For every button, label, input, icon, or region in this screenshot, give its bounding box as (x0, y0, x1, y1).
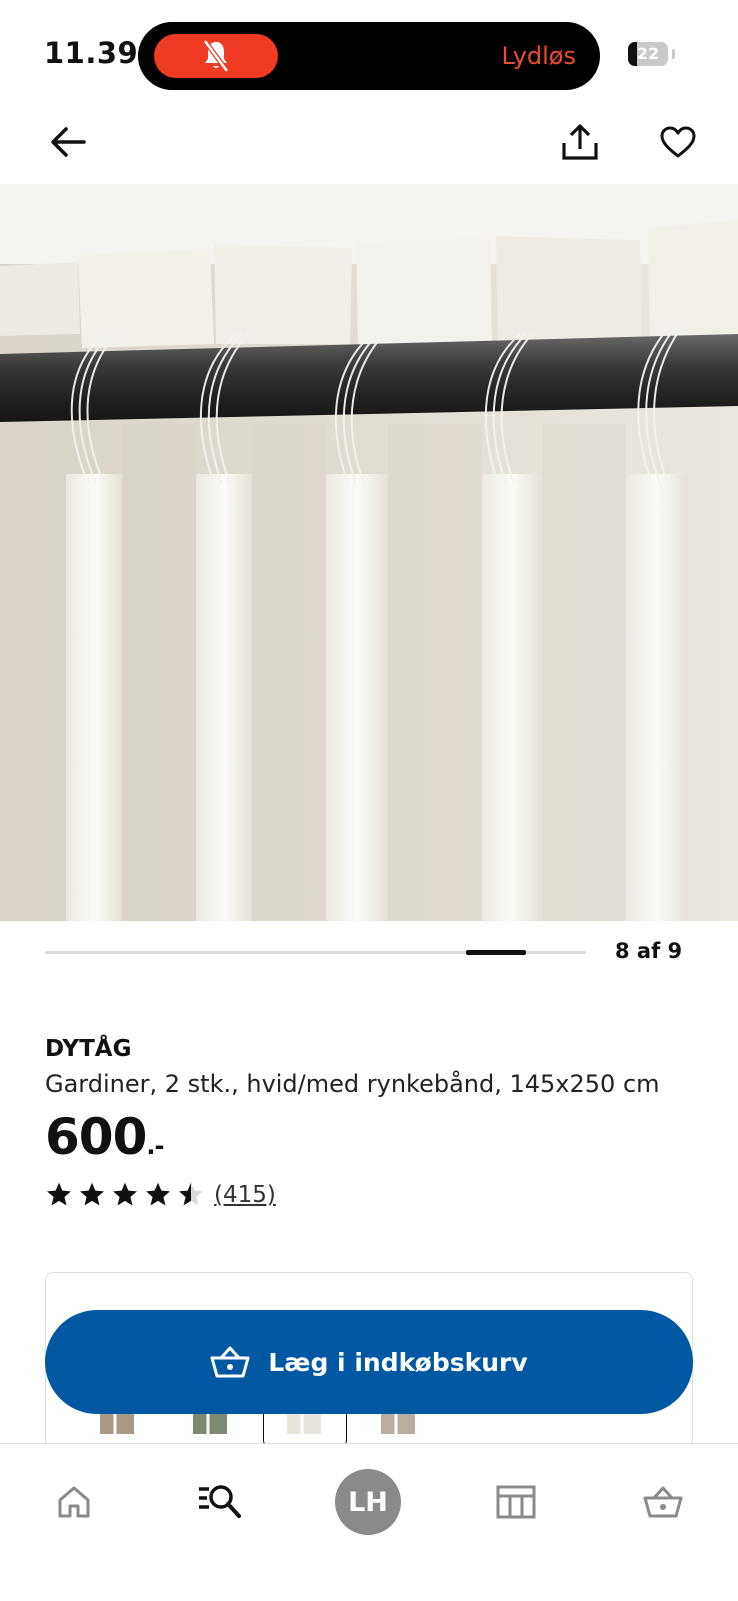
tab-home[interactable] (44, 1472, 104, 1532)
color-swatch[interactable] (381, 1412, 415, 1434)
tab-basket[interactable] (633, 1472, 693, 1532)
tab-stores[interactable] (486, 1472, 546, 1532)
back-button[interactable] (40, 114, 96, 170)
battery-indicator: 22 (628, 42, 668, 66)
dynamic-island: Lydløs (138, 22, 600, 90)
star-icon (179, 1182, 203, 1206)
basket-icon (643, 1486, 683, 1518)
tab-search[interactable] (190, 1472, 250, 1532)
arrow-left-icon (51, 127, 86, 157)
share-icon (562, 124, 598, 160)
share-button[interactable] (552, 114, 608, 170)
battery-cap (672, 49, 675, 59)
add-to-cart-button[interactable]: Læg i indkøbskurv (45, 1310, 693, 1414)
star-icon (47, 1182, 71, 1206)
price-suffix: .- (146, 1132, 164, 1160)
heart-icon (660, 126, 696, 158)
add-to-cart-label: Læg i indkøbskurv (268, 1347, 528, 1377)
star-icon (80, 1182, 104, 1206)
search-list-icon (199, 1485, 241, 1518)
gallery-progress-indicator (465, 950, 526, 955)
product-image[interactable] (0, 184, 738, 921)
gallery-progress-track (45, 950, 586, 955)
color-swatch[interactable] (193, 1412, 227, 1434)
status-time: 11.39 (44, 36, 139, 70)
curtain-photo (0, 184, 738, 921)
review-count-link[interactable]: (415) (214, 1182, 276, 1208)
avatar: LH (335, 1469, 401, 1535)
silent-mode-pill (154, 34, 278, 78)
price-value: 600 (45, 1108, 147, 1166)
star-icon (113, 1182, 137, 1206)
tab-profile[interactable]: LH (335, 1469, 401, 1535)
battery-level: 22 (636, 44, 660, 63)
star-icon (146, 1182, 170, 1206)
product-description: Gardiner, 2 stk., hvid/med rynkebånd, 14… (45, 1070, 660, 1098)
home-icon (58, 1486, 90, 1518)
product-price: 600.- (45, 1108, 164, 1166)
bottom-tab-bar: LH (0, 1443, 738, 1601)
gallery-counter: 8 af 9 (615, 939, 683, 963)
rating-stars[interactable] (45, 1181, 205, 1207)
store-icon (496, 1485, 536, 1519)
product-name: DYTÅG (45, 1036, 132, 1062)
silent-mode-label: Lydløs (501, 42, 576, 70)
bell-slash-icon (202, 39, 230, 73)
favorite-button[interactable] (650, 114, 706, 170)
shopping-basket-icon (210, 1346, 250, 1378)
color-swatch[interactable] (100, 1412, 134, 1434)
